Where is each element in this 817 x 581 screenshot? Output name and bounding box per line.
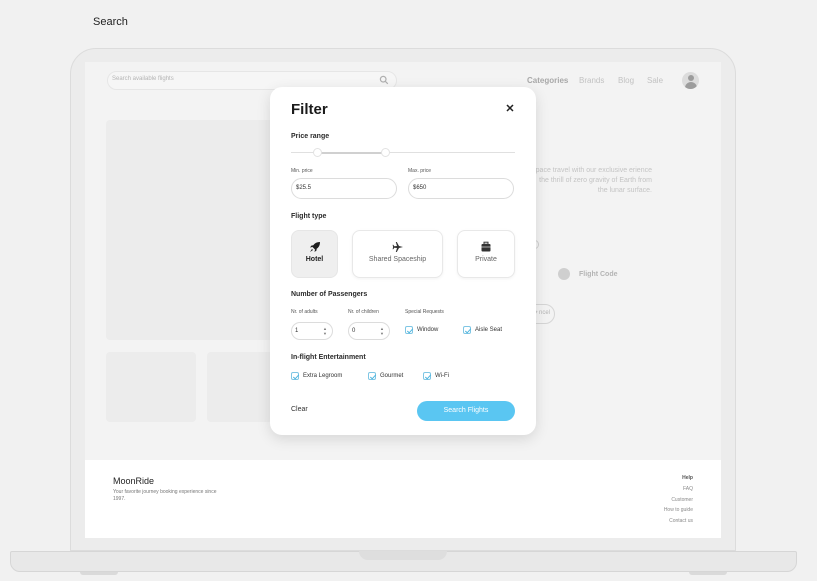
window-checkbox[interactable] xyxy=(405,326,414,334)
footer-link-faq[interactable]: FAQ xyxy=(683,486,693,492)
search-flights-button[interactable]: Search Flights xyxy=(417,401,515,421)
nav-brands[interactable]: Brands xyxy=(579,76,604,85)
children-stepper[interactable]: 0 ▲ ▼ xyxy=(348,322,390,340)
flight-type-private-label: Private xyxy=(475,256,497,263)
gourmet-label: Gourmet xyxy=(380,373,404,379)
price-range-min-handle[interactable] xyxy=(313,148,322,157)
aisle-seat-label: Aisle Seat xyxy=(475,327,503,333)
search-icon[interactable] xyxy=(379,75,389,85)
check-icon xyxy=(424,374,432,380)
check-icon xyxy=(292,374,300,380)
max-price-input[interactable]: $650 xyxy=(408,178,514,199)
person-icon xyxy=(558,268,570,280)
children-label: Nr. of children xyxy=(348,309,379,315)
hero-description: space travel with our exclusive erience … xyxy=(532,167,652,194)
stepper-arrows-icon[interactable]: ▲ ▼ xyxy=(380,326,384,336)
page-title: Search xyxy=(93,16,128,28)
max-price-label: Max. price xyxy=(408,168,432,174)
thumbnail-placeholder xyxy=(207,352,277,422)
extra-legroom-label: Extra Legroom xyxy=(303,373,343,379)
clear-button[interactable]: Clear xyxy=(291,406,308,413)
price-range-max-handle[interactable] xyxy=(381,148,390,157)
window-label: Window xyxy=(417,327,439,333)
flight-type-hotel-label: Hotel xyxy=(305,256,324,263)
price-range-label: Price range xyxy=(291,133,330,140)
search-placeholder: Search available flights xyxy=(112,76,174,82)
entertainment-label: In-flight Entertainment xyxy=(291,354,366,361)
airplane-icon xyxy=(392,242,403,252)
adults-label: Nr. of adults xyxy=(291,309,318,315)
close-icon[interactable]: ✕ xyxy=(503,102,517,116)
nav-blog[interactable]: Blog xyxy=(618,76,634,85)
wifi-label: Wi-Fi xyxy=(435,373,449,379)
footer-brand: MoonRide xyxy=(113,476,155,486)
flight-type-hotel[interactable]: Hotel xyxy=(291,230,338,278)
min-price-input[interactable]: $25.5 xyxy=(291,178,397,199)
passengers-label: Number of Passengers xyxy=(291,291,368,298)
flight-type-private[interactable]: Private xyxy=(457,230,515,278)
suitcase-icon xyxy=(481,241,491,252)
rocket-icon xyxy=(309,242,320,252)
footer: MoonRide Your favorite journey booking e… xyxy=(85,460,721,538)
adults-value: 1 xyxy=(295,328,299,334)
stepper-arrows-icon[interactable]: ▲ ▼ xyxy=(323,326,327,336)
footer-link-customer[interactable]: Customer xyxy=(671,497,693,503)
nav-sale[interactable]: Sale xyxy=(647,76,663,85)
check-icon xyxy=(369,374,377,380)
flight-type-label: Flight type xyxy=(291,213,327,220)
extra-legroom-checkbox[interactable] xyxy=(291,372,300,380)
price-range-fill xyxy=(317,152,385,154)
laptop-foot-left xyxy=(80,572,118,575)
check-icon xyxy=(406,328,414,334)
wifi-checkbox[interactable] xyxy=(423,372,432,380)
footer-tagline: Your favorite journey booking experience… xyxy=(113,489,217,502)
gourmet-checkbox[interactable] xyxy=(368,372,377,380)
avatar[interactable] xyxy=(682,72,699,89)
adults-stepper[interactable]: 1 ▲ ▼ xyxy=(291,322,333,340)
nav-categories[interactable]: Categories xyxy=(527,76,568,85)
flight-type-shared-spaceship-label: Shared Spaceship xyxy=(368,256,427,263)
aisle-seat-checkbox[interactable] xyxy=(463,326,472,334)
filter-title: Filter xyxy=(291,101,328,118)
thumbnail-placeholder xyxy=(106,352,196,422)
footer-link-how-to-guide[interactable]: How to guide xyxy=(664,507,693,513)
laptop-foot-right xyxy=(689,572,727,575)
check-icon xyxy=(464,328,472,334)
flight-type-shared-spaceship[interactable]: Shared Spaceship xyxy=(352,230,443,278)
laptop-notch xyxy=(359,551,447,560)
special-requests-label: Special Requests xyxy=(405,309,444,315)
min-price-label: Min. price xyxy=(291,168,313,174)
filter-modal: Filter ✕ Price range Min. price Max. pri… xyxy=(270,87,536,435)
children-value: 0 xyxy=(352,328,356,334)
footer-link-contact[interactable]: Contact us xyxy=(669,518,693,524)
flight-code-label: Flight Code xyxy=(579,271,618,278)
footer-help-title: Help xyxy=(682,475,693,481)
